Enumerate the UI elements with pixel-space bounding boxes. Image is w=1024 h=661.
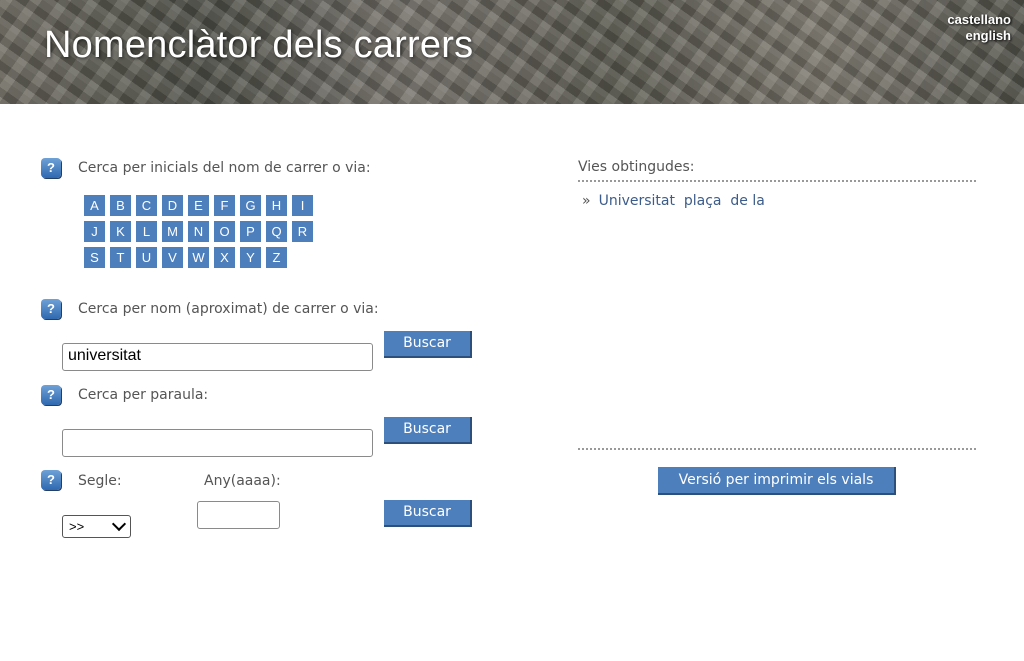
letter-button-l[interactable]: L xyxy=(136,221,157,242)
search-word-button[interactable]: Buscar xyxy=(384,417,472,444)
letter-button-k[interactable]: K xyxy=(110,221,131,242)
letter-button-t[interactable]: T xyxy=(110,247,131,268)
letter-button-a[interactable]: A xyxy=(84,195,105,216)
letter-button-y[interactable]: Y xyxy=(240,247,261,268)
letter-button-h[interactable]: H xyxy=(266,195,287,216)
letter-button-b[interactable]: B xyxy=(110,195,131,216)
letter-button-m[interactable]: M xyxy=(162,221,183,242)
century-label: Segle: xyxy=(78,473,122,489)
century-select-value: >> xyxy=(69,519,85,534)
letter-button-x[interactable]: X xyxy=(214,247,235,268)
search-name-button[interactable]: Buscar xyxy=(384,331,472,358)
letter-button-z[interactable]: Z xyxy=(266,247,287,268)
name-search-label: Cerca per nom (aproximat) de carrer o vi… xyxy=(78,301,379,317)
letter-button-s[interactable]: S xyxy=(84,247,105,268)
year-input[interactable] xyxy=(197,501,280,529)
word-search-label: Cerca per paraula: xyxy=(78,387,209,403)
letter-button-o[interactable]: O xyxy=(214,221,235,242)
help-icon[interactable]: ? xyxy=(41,385,61,405)
search-century-button[interactable]: Buscar xyxy=(384,500,472,527)
letter-button-g[interactable]: G xyxy=(240,195,261,216)
header-banner: Nomenclàtor dels carrers castellano engl… xyxy=(0,0,1024,104)
letter-button-r[interactable]: R xyxy=(292,221,313,242)
letter-button-u[interactable]: U xyxy=(136,247,157,268)
results-heading: Vies obtingudes: xyxy=(578,159,695,175)
word-input[interactable] xyxy=(62,429,373,457)
letter-button-i[interactable]: I xyxy=(292,195,313,216)
century-select[interactable]: >> xyxy=(62,515,131,538)
print-streets-button[interactable]: Versió per imprimir els vials xyxy=(658,467,896,495)
letter-button-f[interactable]: F xyxy=(214,195,235,216)
letter-button-j[interactable]: J xyxy=(84,221,105,242)
letter-button-c[interactable]: C xyxy=(136,195,157,216)
letter-button-p[interactable]: P xyxy=(240,221,261,242)
lang-castellano-link[interactable]: castellano xyxy=(947,12,1011,27)
chevron-down-icon xyxy=(111,516,127,532)
street-name-input[interactable]: universitat xyxy=(62,343,373,371)
results-bottom-divider xyxy=(578,448,976,450)
letter-button-v[interactable]: V xyxy=(162,247,183,268)
help-icon[interactable]: ? xyxy=(41,299,61,319)
letter-button-e[interactable]: E xyxy=(188,195,209,216)
result-item[interactable]: » Universitat plaça de la xyxy=(582,193,765,209)
letter-button-n[interactable]: N xyxy=(188,221,209,242)
year-label: Any(aaaa): xyxy=(204,473,281,489)
initials-search-label: Cerca per inicials del nom de carrer o v… xyxy=(78,160,371,176)
letter-button-q[interactable]: Q xyxy=(266,221,287,242)
letter-button-d[interactable]: D xyxy=(162,195,183,216)
lang-english-link[interactable]: english xyxy=(965,28,1011,43)
bullet-icon: » xyxy=(582,193,591,209)
help-icon[interactable]: ? xyxy=(41,470,61,490)
letter-button-w[interactable]: W xyxy=(188,247,209,268)
page-title: Nomenclàtor dels carrers xyxy=(44,24,474,66)
help-icon[interactable]: ? xyxy=(41,158,61,178)
result-item-label: Universitat plaça de la xyxy=(598,193,765,209)
results-top-divider xyxy=(578,180,976,182)
